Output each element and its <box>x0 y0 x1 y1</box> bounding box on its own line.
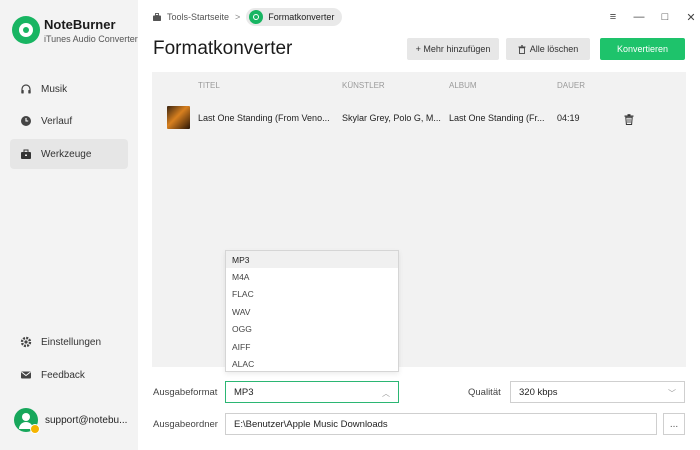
sidebar-item-werkzeuge[interactable]: Werkzeuge <box>10 139 128 169</box>
breadcrumb-separator: > <box>235 12 241 22</box>
delete-track-icon[interactable] <box>624 112 634 125</box>
sidebar: NoteBurner iTunes Audio Converter Musik … <box>0 0 138 450</box>
user-account[interactable]: support@notebu... <box>14 408 128 434</box>
clear-all-button[interactable]: Alle löschen <box>506 38 590 60</box>
format-option-ogg[interactable]: OGG <box>226 321 398 338</box>
breadcrumb-home[interactable]: Tools-Startseite <box>167 12 229 22</box>
chevron-down-icon: ﹀ <box>668 389 676 398</box>
track-album: Last One Standing (Fr... <box>449 113 545 123</box>
clock-icon <box>20 115 32 127</box>
quality-label: Qualität <box>468 387 501 398</box>
format-option-mp3[interactable]: MP3 <box>226 251 398 269</box>
format-option-flac[interactable]: FLAC <box>226 286 398 303</box>
browse-folder-button[interactable]: ... <box>663 413 685 435</box>
page-title: Formatkonverter <box>153 38 293 59</box>
window-controls: ≡ — □ ✕ <box>600 10 700 24</box>
format-option-m4a[interactable]: M4A <box>226 268 398 285</box>
maximize-icon[interactable]: □ <box>652 10 678 24</box>
convert-button[interactable]: Konvertieren <box>600 38 685 60</box>
track-title: Last One Standing (From Veno... <box>198 113 330 123</box>
converter-icon <box>249 10 264 24</box>
minimize-icon[interactable]: — <box>626 10 652 24</box>
output-folder-input[interactable]: E:\Benutzer\Apple Music Downloads <box>225 413 657 435</box>
avatar <box>14 408 40 434</box>
user-email: support@notebu... <box>45 414 128 426</box>
main-panel: Tools-Startseite > Formatkonverter ≡ — □… <box>138 0 700 450</box>
sidebar-item-label: Musik <box>41 83 68 95</box>
album-cover <box>167 106 190 129</box>
clear-all-label: Alle löschen <box>529 44 579 54</box>
gear-icon <box>20 336 32 348</box>
headphones-icon <box>20 83 32 95</box>
breadcrumb-current: Formatkonverter <box>246 8 343 26</box>
output-folder-label: Ausgabeordner <box>153 419 218 430</box>
breadcrumb-current-label: Formatkonverter <box>268 12 335 22</box>
sidebar-item-label: Feedback <box>41 369 85 381</box>
track-artist: Skylar Grey, Polo G, M... <box>342 113 441 123</box>
output-format-label: Ausgabeformat <box>153 387 218 398</box>
app-logo-icon <box>12 16 40 44</box>
sidebar-item-label: Werkzeuge <box>41 148 92 160</box>
home-icon <box>152 12 162 22</box>
app-brand: NoteBurner <box>44 17 116 32</box>
add-more-button[interactable]: + Mehr hinzufügen <box>407 38 499 60</box>
column-header-album: ALBUM <box>449 81 477 90</box>
sidebar-item-musik[interactable]: Musik <box>10 74 128 104</box>
sidebar-item-feedback[interactable]: Feedback <box>10 360 128 390</box>
output-format-value: MP3 <box>234 386 254 398</box>
track-duration: 04:19 <box>557 113 580 123</box>
output-format-select[interactable]: MP3 ︿ <box>225 381 399 403</box>
sidebar-item-verlauf[interactable]: Verlauf <box>10 106 128 136</box>
format-dropdown-menu: MP3 M4A FLAC WAV OGG AIFF ALAC <box>225 250 399 372</box>
quality-select[interactable]: 320 kbps ﹀ <box>510 381 685 403</box>
breadcrumb: Tools-Startseite > Formatkonverter <box>152 8 343 26</box>
menu-icon[interactable]: ≡ <box>600 10 626 24</box>
close-icon[interactable]: ✕ <box>678 10 700 24</box>
mail-icon <box>20 369 32 381</box>
column-header-artist: KÜNSTLER <box>342 81 385 90</box>
quality-value: 320 kbps <box>519 386 558 398</box>
format-option-wav[interactable]: WAV <box>226 303 398 320</box>
app-subtitle: iTunes Audio Converter <box>44 34 138 44</box>
format-option-aiff[interactable]: AIFF <box>226 338 398 355</box>
sidebar-item-label: Verlauf <box>41 115 73 127</box>
toolbox-icon <box>20 148 32 160</box>
column-header-duration: DAUER <box>557 81 586 90</box>
column-header-title: TITEL <box>198 81 220 90</box>
trash-icon <box>518 44 526 54</box>
format-option-alac[interactable]: ALAC <box>226 355 398 372</box>
sidebar-item-einstellungen[interactable]: Einstellungen <box>10 327 128 357</box>
chevron-up-icon: ︿ <box>382 389 390 398</box>
sidebar-item-label: Einstellungen <box>41 336 102 348</box>
